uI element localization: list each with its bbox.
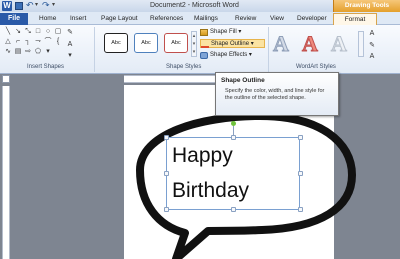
rotation-handle[interactable]	[231, 121, 236, 126]
resize-handle-bottom-right[interactable]	[298, 207, 303, 212]
resize-handle-right[interactable]	[298, 171, 303, 176]
tooltip-title: Shape Outline	[221, 77, 265, 84]
resize-handle-bottom[interactable]	[231, 207, 236, 212]
resize-handle-left[interactable]	[164, 171, 169, 176]
tooltip-description: Specify the color, width, and line style…	[225, 88, 325, 101]
bubble-text-line-2[interactable]: Birthday	[172, 179, 249, 203]
resize-handle-top[interactable]	[231, 135, 236, 140]
resize-handle-top-left[interactable]	[164, 135, 169, 140]
shape-outline-tooltip: Shape Outline Specify the color, width, …	[215, 72, 339, 116]
bubble-text-line-1[interactable]: Happy	[172, 144, 233, 168]
resize-handle-bottom-left[interactable]	[164, 207, 169, 212]
speech-bubble-shape[interactable]	[0, 0, 400, 259]
resize-handle-top-right[interactable]	[298, 135, 303, 140]
